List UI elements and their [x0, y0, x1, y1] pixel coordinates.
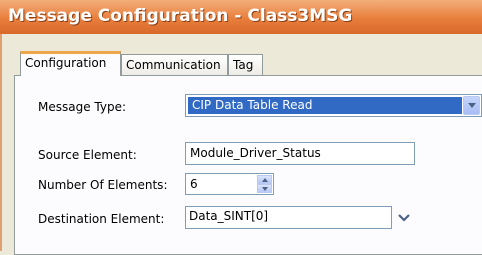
tab-communication[interactable]: Communication: [121, 54, 228, 76]
message-type-select[interactable]: CIP Data Table Read: [185, 94, 482, 117]
spin-up-button[interactable]: [257, 175, 272, 184]
title-bar[interactable]: Message Configuration - Class3MSG: [0, 0, 482, 34]
tab-tag-label: Tag: [233, 58, 254, 72]
tab-communication-label: Communication: [126, 58, 221, 72]
message-type-value: CIP Data Table Read: [188, 97, 462, 114]
message-type-label: Message Type:: [38, 100, 127, 114]
tab-configuration[interactable]: Configuration: [20, 51, 121, 76]
number-of-elements-stepper[interactable]: 6: [185, 173, 274, 195]
source-element-field[interactable]: Module_Driver_Status: [185, 142, 415, 165]
number-of-elements-value: 6: [190, 177, 198, 191]
destination-element-combo[interactable]: Data_SINT[0]: [185, 206, 415, 229]
chevron-down-icon: [467, 103, 476, 108]
tab-tag[interactable]: Tag: [228, 54, 263, 76]
chevron-down-icon: [397, 213, 410, 222]
spin-up-icon: [261, 177, 268, 182]
destination-element-value: Data_SINT[0]: [189, 209, 269, 223]
stepper-buttons: [257, 175, 272, 193]
source-element-value: Module_Driver_Status: [190, 146, 321, 160]
destination-element-label: Destination Element:: [38, 212, 165, 226]
spin-down-button[interactable]: [257, 184, 272, 193]
source-element-label: Source Element:: [38, 148, 137, 162]
window-title: Message Configuration - Class3MSG: [8, 6, 353, 26]
destination-element-field[interactable]: Data_SINT[0]: [185, 206, 392, 229]
number-of-elements-label: Number Of Elements:: [38, 178, 168, 192]
destination-element-dropdown-button[interactable]: [392, 206, 415, 229]
message-type-dropdown-button[interactable]: [463, 96, 480, 115]
tab-configuration-label: Configuration: [25, 56, 107, 70]
spin-down-icon: [261, 186, 268, 191]
